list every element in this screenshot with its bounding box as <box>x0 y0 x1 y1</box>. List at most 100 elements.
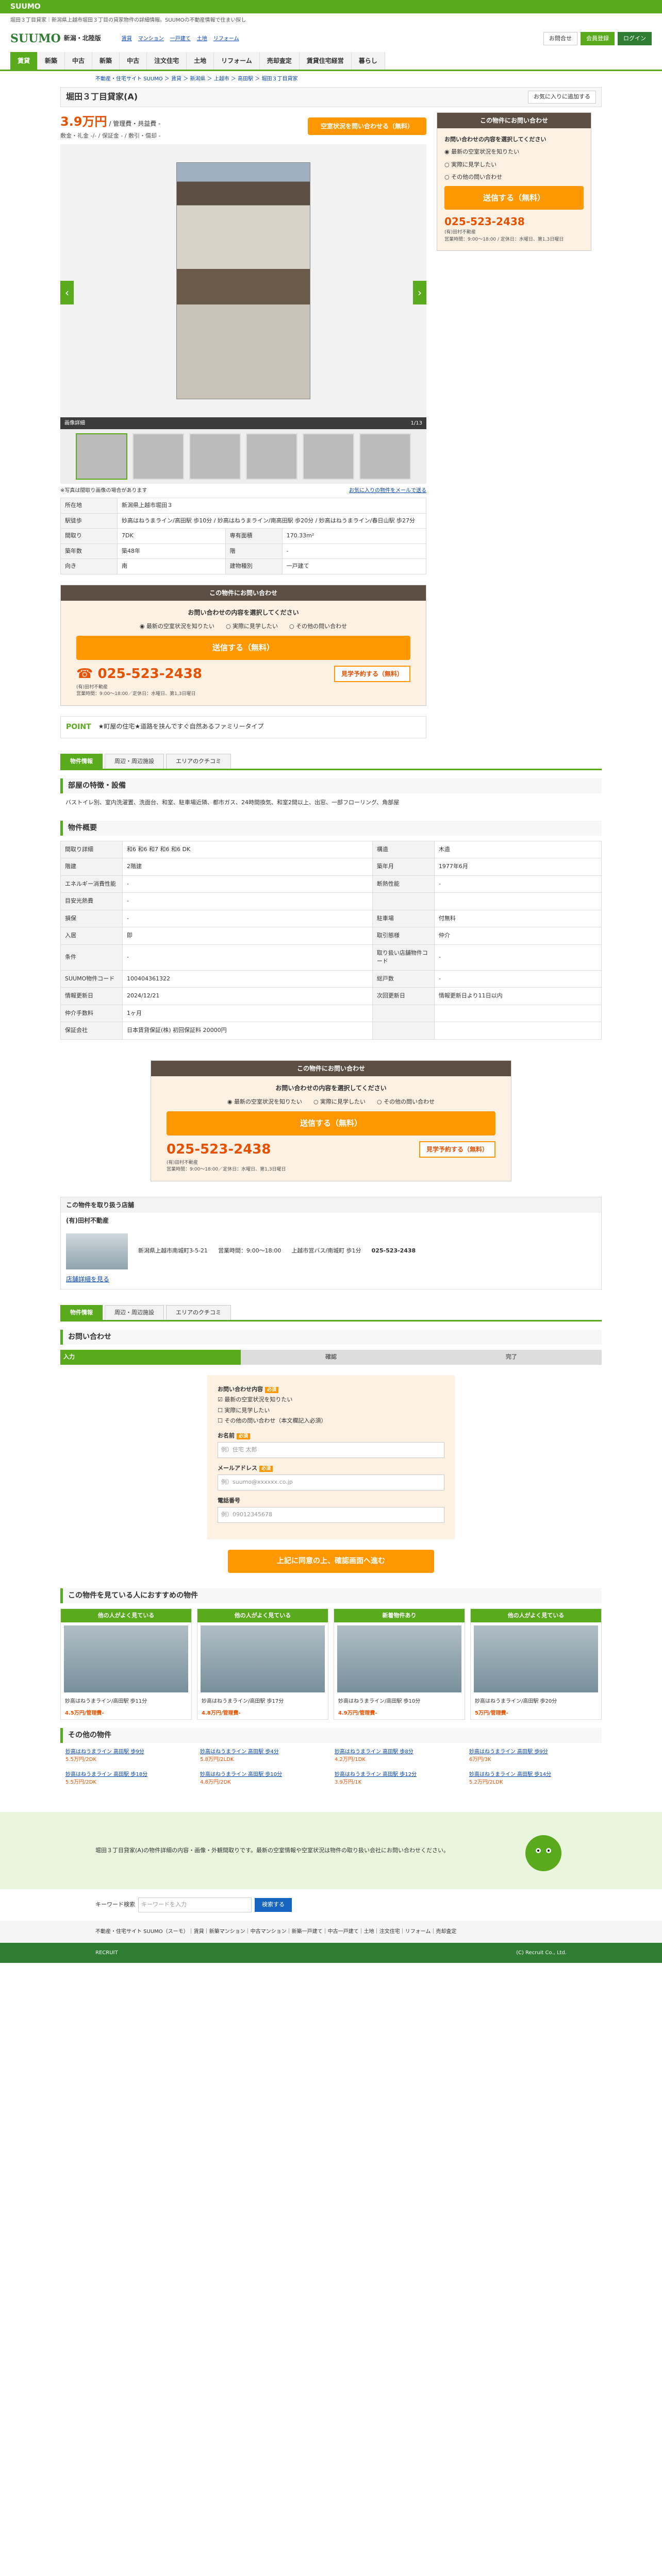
footer-green: 堀田３丁目貸家(A)の物件詳細の内容・画像・外観間取りです。最新の空室情報や空室… <box>0 1812 662 1889</box>
option-other[interactable]: ○ その他の問い合わせ <box>289 622 347 631</box>
company-name[interactable]: (有)田村不動産 <box>61 1213 601 1228</box>
side-send-button[interactable]: 送信する（無料） <box>444 185 584 210</box>
thumbnail[interactable] <box>76 433 127 480</box>
header-link[interactable]: 土地 <box>197 35 207 43</box>
next-photo-arrow-icon[interactable]: › <box>413 281 426 304</box>
thumbnail[interactable] <box>133 433 184 480</box>
other-item-name[interactable]: 妙高はねうまライン 高田駅 歩14分 <box>469 1772 551 1777</box>
tab-surroundings[interactable]: 周辺・周辺施設 <box>105 1304 164 1320</box>
gnav-item[interactable]: 注文住宅 <box>147 52 187 70</box>
form-opt-other[interactable]: ☐ その他の問い合わせ（本文欄記入必須） <box>218 1417 444 1426</box>
top-brand[interactable]: SUUMO <box>10 2 41 12</box>
favorite-button[interactable]: お気に入りに追加する <box>528 91 596 104</box>
tab-area-reviews[interactable]: エリアのクチコミ <box>166 1304 231 1320</box>
vacancy-inquiry-button[interactable]: 空室状況を問い合わせる（無料） <box>308 117 426 135</box>
other-item[interactable]: 妙高はねうまライン 高田駅 歩9分 6万円/3K <box>469 1748 597 1764</box>
other-item-name[interactable]: 妙高はねうまライン 高田駅 歩8分 <box>335 1749 413 1755</box>
send-button[interactable]: 送信する（無料） <box>76 636 410 660</box>
other-item[interactable]: 妙高はねうまライン 高田駅 歩18分 5.5万円/2DK <box>65 1771 193 1786</box>
other-item-name[interactable]: 妙高はねうまライン 高田駅 歩18分 <box>65 1772 147 1777</box>
reserve-visit-button[interactable]: 見学予約する（無料） <box>419 1141 495 1158</box>
form-opt-visit[interactable]: ☐ 実際に見学したい <box>218 1406 444 1415</box>
member-register-button[interactable]: 会員登録 <box>581 31 615 46</box>
gnav-item[interactable]: 新築 <box>92 52 120 70</box>
company-name: (有)田村不動産 <box>167 1160 198 1165</box>
option-vacancy[interactable]: ◉ 最新の空室状況を知りたい <box>227 1098 302 1107</box>
side-option-other[interactable]: ○ その他の問い合わせ <box>444 173 584 182</box>
tel-input[interactable]: 例）09012345678 <box>218 1507 444 1523</box>
phone-number[interactable]: ☎ 025-523-2438 <box>76 664 202 684</box>
logo[interactable]: SUUMO 新潟・北陸版 <box>10 30 101 47</box>
side-option-visit[interactable]: ○ 実際に見学したい <box>444 161 584 170</box>
send-mail-link[interactable]: お気に入りの物件をメールで送る <box>349 487 426 495</box>
tab-property-info[interactable]: 物件情報 <box>60 1304 103 1320</box>
header-link[interactable]: 賃貸 <box>122 35 132 43</box>
breadcrumb[interactable]: 不動産・住宅サイト SUUMO ＞ 賃貸 ＞ 新潟県 ＞ 上越市 ＞ 高田駅 ＞… <box>0 71 662 87</box>
option-vacancy[interactable]: ◉ 最新の空室状況を知りたい <box>140 622 214 631</box>
prev-photo-arrow-icon[interactable]: ‹ <box>60 281 74 304</box>
tab-area-reviews[interactable]: エリアのクチコミ <box>166 753 231 769</box>
recommend-card[interactable]: 他の人がよく見ている 妙高はねうまライン/高田駅 歩11分 4.5万円/管理費- <box>60 1608 192 1720</box>
phone-number[interactable]: 025-523-2438 <box>167 1140 271 1160</box>
other-item-name[interactable]: 妙高はねうまライン 高田駅 歩10分 <box>200 1772 282 1777</box>
option-other[interactable]: ○ その他の問い合わせ <box>377 1098 435 1107</box>
company-detail-link[interactable]: 店舗詳細を見る <box>66 1276 109 1283</box>
option-visit[interactable]: ○ 実際に見学したい <box>226 622 278 631</box>
recommend-card[interactable]: 新着物件あり 妙高はねうまライン/高田駅 歩10分 4.9万円/管理費- <box>334 1608 465 1720</box>
main-wrap: 堀田３丁目貸家(A) お気に入りに追加する 3.9万円 / 管理費・共益費 - … <box>60 87 602 1791</box>
other-item[interactable]: 妙高はねうまライン 高田駅 歩9分 5.5万円/2DK <box>65 1748 193 1764</box>
other-item[interactable]: 妙高はねうまライン 高田駅 歩14分 5.2万円/2LDK <box>469 1771 597 1786</box>
side-option-vacancy[interactable]: ◉ 最新の空室状況を知りたい <box>444 148 584 157</box>
company-phone[interactable]: 025-523-2438 <box>372 1247 416 1256</box>
gnav-item[interactable]: 中古 <box>120 52 147 70</box>
gnav-item[interactable]: 中古 <box>65 52 93 70</box>
confirm-submit-button[interactable]: 上記に同意の上、確認画面へ進む <box>228 1549 434 1573</box>
thumbnail[interactable] <box>359 433 411 480</box>
tab-property-info[interactable]: 物件情報 <box>60 753 103 769</box>
gnav-item[interactable]: リフォーム <box>214 52 260 70</box>
form-title: お問い合わせ <box>60 1330 602 1345</box>
email-input[interactable]: 例）suumo@xxxxxx.co.jp <box>218 1475 444 1490</box>
other-item-name[interactable]: 妙高はねうまライン 高田駅 歩4分 <box>200 1749 279 1755</box>
thumbnail[interactable] <box>189 433 241 480</box>
option-visit[interactable]: ○ 実際に見学したい <box>313 1098 366 1107</box>
other-item[interactable]: 妙高はねうまライン 高田駅 歩10分 4.8万円/2DK <box>200 1771 327 1786</box>
recruit-logo[interactable]: RECRUIT <box>95 1949 118 1957</box>
gnav-item[interactable]: 賃貸住宅経営 <box>299 52 352 70</box>
other-item-name[interactable]: 妙高はねうまライン 高田駅 歩9分 <box>469 1749 548 1755</box>
recommend-card[interactable]: 他の人がよく見ている 妙高はねうまライン/高田駅 歩20分 5万円/管理費- <box>470 1608 602 1720</box>
gnav-item[interactable]: 新築 <box>38 52 65 70</box>
other-item-name[interactable]: 妙高はねうまライン 高田駅 歩12分 <box>335 1772 417 1777</box>
search-label: キーワード検索 <box>95 1901 135 1908</box>
tab-surroundings[interactable]: 周辺・周辺施設 <box>105 753 164 769</box>
other-item-name[interactable]: 妙高はねうまライン 高田駅 歩9分 <box>65 1749 144 1755</box>
thumbnail[interactable] <box>246 433 297 480</box>
recommend-card[interactable]: 他の人がよく見ている 妙高はねうまライン/高田駅 歩17分 4.8万円/管理費- <box>197 1608 328 1720</box>
header-link[interactable]: 一戸建て <box>170 35 191 43</box>
point-text: ★町屋の住宅★道路を挟んですぐ自然あるファミリータイプ <box>98 722 264 730</box>
search-button[interactable]: 検索する <box>255 1898 292 1912</box>
header-link[interactable]: リフォーム <box>213 35 239 43</box>
other-item[interactable]: 妙高はねうまライン 高田駅 歩12分 3.9万円/1K <box>335 1771 462 1786</box>
form-opt-vacancy[interactable]: ☑ 最新の空室状況を知りたい <box>218 1396 444 1404</box>
header-link[interactable]: マンション <box>138 35 164 43</box>
overview-value: - <box>122 892 373 910</box>
other-item[interactable]: 妙高はねうまライン 高田駅 歩8分 4.2万円/1DK <box>335 1748 462 1764</box>
send-button[interactable]: 送信する（無料） <box>167 1111 495 1136</box>
thumbnail[interactable] <box>303 433 354 480</box>
gnav-item-chintai[interactable]: 賃貸 <box>10 52 38 70</box>
login-button[interactable]: ログイン <box>618 31 652 46</box>
side-phone[interactable]: 025-523-2438 <box>444 214 584 229</box>
reserve-visit-button[interactable]: 見学予約する（無料） <box>334 666 410 682</box>
gnav-item[interactable]: 暮らし <box>351 52 385 70</box>
gnav-item[interactable]: 土地 <box>187 52 214 70</box>
recommend-name: 妙高はねうまライン/高田駅 歩20分 <box>475 1699 557 1704</box>
overview-row: 仲介手数料 1ヶ月 <box>60 1004 602 1022</box>
gnav-item[interactable]: 売却査定 <box>259 52 300 70</box>
other-item[interactable]: 妙高はねうまライン 高田駅 歩4分 5.8万円/2LDK <box>200 1748 327 1764</box>
name-input[interactable]: 例）住宅 太郎 <box>218 1442 444 1458</box>
inquiry-button[interactable]: お問合せ <box>543 31 577 46</box>
overview-row: 損保 - 駐車場 付無料 <box>60 909 602 927</box>
footer-links[interactable]: 不動産・住宅サイト SUUMO（スーモ）｜賃貸｜新築マンション｜中古マンション｜… <box>0 1920 662 1943</box>
search-input[interactable]: キーワードを入力 <box>138 1897 252 1912</box>
